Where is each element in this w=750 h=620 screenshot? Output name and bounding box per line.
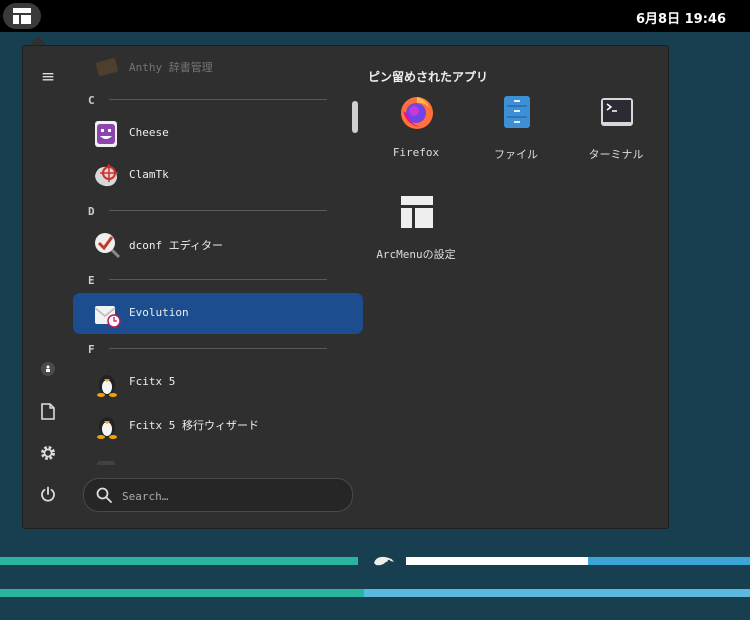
list-item[interactable]	[73, 448, 363, 465]
section-letter: D	[88, 205, 95, 218]
file-cabinet-icon	[504, 96, 530, 128]
pinned-arcmenu-settings[interactable]: ArcMenuの設定	[366, 194, 466, 284]
pinned-firefox[interactable]: Firefox	[366, 94, 466, 184]
tux-icon	[97, 417, 117, 439]
terminal-icon	[601, 98, 633, 126]
opensuse-logo-icon	[374, 556, 394, 566]
pinned-files[interactable]: ファイル	[466, 94, 566, 184]
wallpaper-stripe	[364, 589, 750, 597]
list-item-clamtk[interactable]: ClamTk	[73, 155, 363, 196]
section-letter: C	[88, 94, 95, 107]
list-item-fcitx5[interactable]: Fcitx 5	[73, 362, 363, 403]
search-icon	[96, 487, 112, 503]
layout-icon	[401, 196, 433, 228]
list-item-cheese[interactable]: Cheese	[73, 113, 363, 154]
user-icon	[41, 362, 55, 376]
firefox-icon	[401, 97, 433, 129]
app-list[interactable]: Anthy 辞書管理 C Cheese ClamTk D dconf エディター	[73, 50, 363, 465]
dictionary-icon	[95, 58, 119, 76]
search-input[interactable]	[120, 486, 344, 506]
tux-icon	[97, 375, 117, 397]
wallpaper-stripe	[0, 589, 364, 597]
layout-icon	[13, 8, 31, 24]
cheese-icon	[95, 121, 117, 147]
arcmenu-button[interactable]	[3, 3, 41, 29]
user-avatar-button[interactable]	[38, 359, 58, 379]
dconf-icon	[95, 233, 121, 259]
clock[interactable]: 6月8日 19:46	[636, 8, 726, 27]
list-scrollbar[interactable]	[352, 101, 358, 133]
divider	[109, 348, 327, 349]
section-letter: F	[88, 343, 95, 356]
categories-menu-button[interactable]: ≡	[38, 67, 58, 87]
gear-icon	[41, 446, 55, 460]
hamburger-icon: ≡	[40, 67, 56, 87]
top-bar: 6月8日 19:46	[0, 0, 750, 32]
list-item[interactable]: Anthy 辞書管理	[73, 50, 363, 80]
clamtk-icon	[95, 164, 118, 187]
list-item-fcitx5-migrator[interactable]: Fcitx 5 移行ウィザード	[73, 404, 363, 445]
pinned-apps-title: ピン留めされたアプリ	[368, 70, 489, 84]
power-icon	[41, 486, 55, 502]
search-field[interactable]	[83, 478, 353, 512]
settings-button[interactable]	[38, 443, 58, 463]
evolution-icon	[94, 306, 121, 328]
divider	[109, 99, 327, 100]
power-button[interactable]	[38, 484, 58, 504]
list-item-evolution[interactable]: Evolution	[73, 293, 363, 334]
section-letter: E	[88, 274, 95, 287]
menu-pointer	[30, 36, 46, 45]
wallpaper-stripe	[406, 557, 588, 565]
documents-button[interactable]	[38, 401, 58, 421]
wallpaper-stripe	[0, 557, 358, 565]
divider	[109, 279, 327, 280]
app-icon	[97, 461, 115, 465]
document-icon	[41, 402, 55, 420]
wallpaper-stripe	[588, 557, 750, 565]
pinned-terminal[interactable]: ターミナル	[566, 94, 666, 184]
divider	[109, 210, 327, 211]
list-item-dconf[interactable]: dconf エディター	[73, 224, 363, 265]
